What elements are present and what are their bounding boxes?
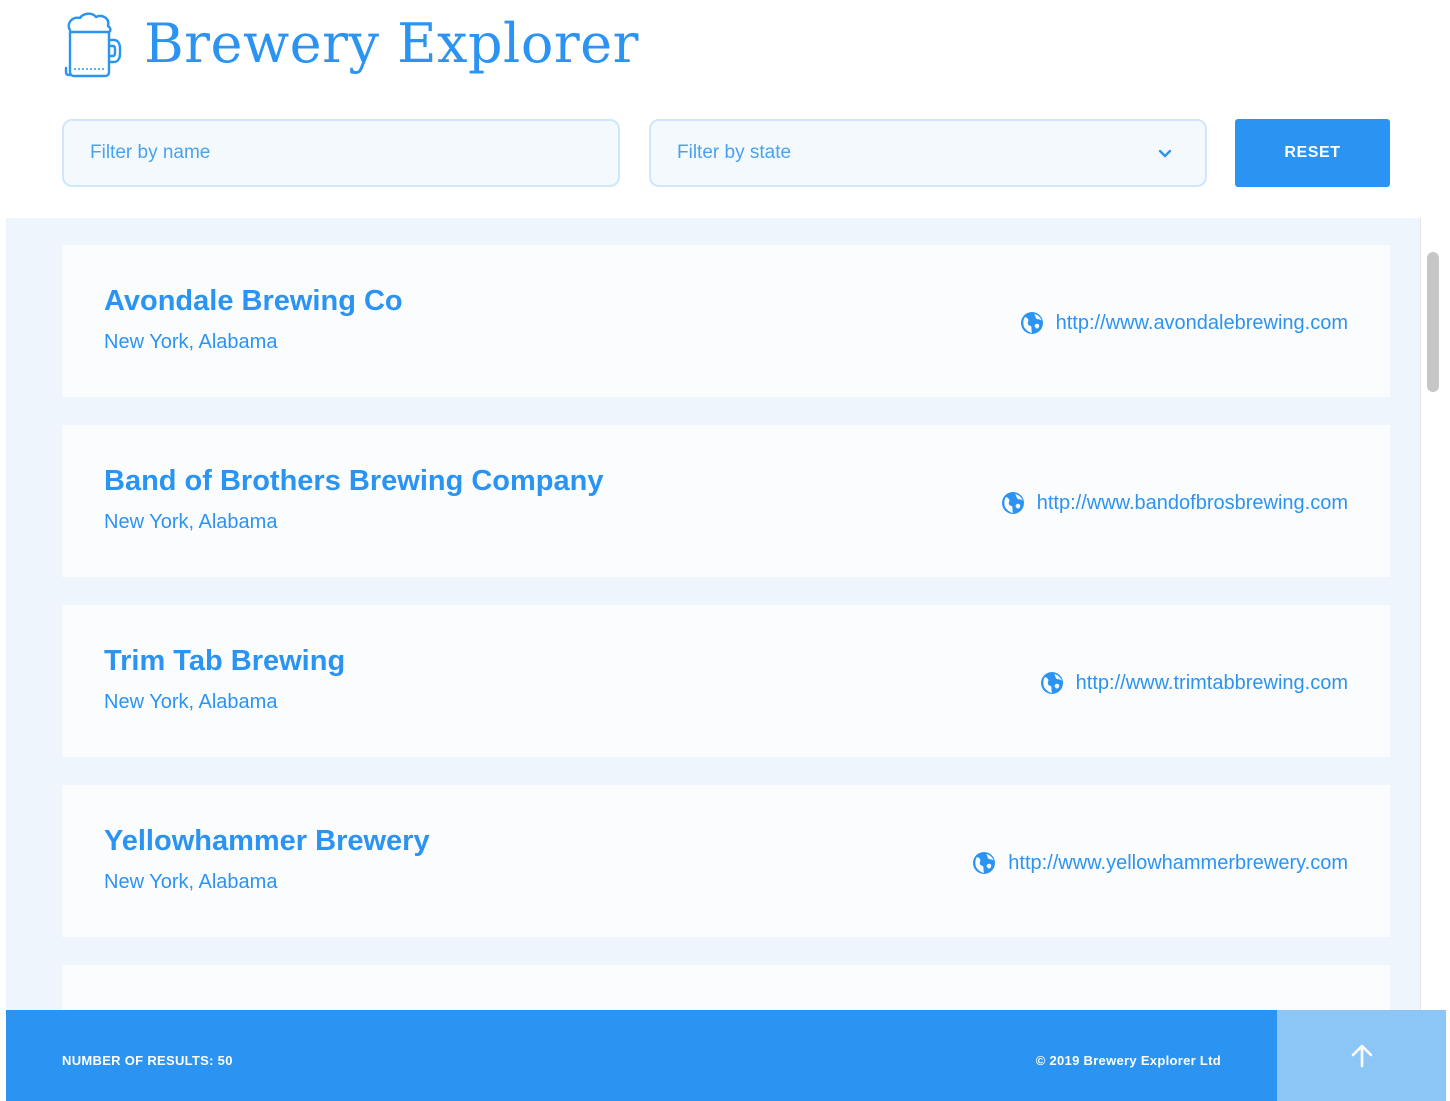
results-count: NUMBER OF RESULTS: 50 (62, 1053, 233, 1068)
app-title: Brewery Explorer (144, 12, 639, 75)
globe-icon (1001, 492, 1024, 514)
copyright-text: © 2019 Brewery Explorer Ltd (1035, 1053, 1221, 1068)
brewery-location: New York, Alabama (104, 871, 278, 893)
brewery-url: http://www.yellowhammerbrewery.com (1008, 851, 1348, 874)
globe-icon (973, 852, 996, 874)
brewery-location: New York, Alabama (104, 331, 278, 353)
brewery-url: http://www.avondalebrewing.com (1055, 311, 1348, 334)
globe-icon (1040, 672, 1063, 694)
brewery-card: Yellowhammer Brewery New York, Alabama h… (62, 785, 1390, 937)
scroll-to-top-button[interactable] (1277, 1010, 1446, 1101)
brewery-name: Band of Brothers Brewing Company (104, 465, 604, 497)
brewery-name: Trim Tab Brewing (104, 645, 346, 677)
brewery-card: Avondale Brewing Co New York, Alabama ht… (62, 245, 1390, 397)
brewery-card: Band of Brothers Brewing Company New Yor… (62, 425, 1390, 577)
brewery-location: New York, Alabama (104, 691, 278, 713)
brewery-website-link[interactable]: http://www.yellowhammerbrewery.com (972, 851, 1348, 875)
brand: Brewery Explorer (60, 10, 639, 78)
scrollbar[interactable] (1420, 218, 1446, 1010)
chevron-down-icon (1158, 149, 1172, 158)
beer-mug-icon (64, 12, 122, 78)
brewery-location: New York, Alabama (104, 511, 278, 533)
footer: NUMBER OF RESULTS: 50 © 2019 Brewery Exp… (6, 1010, 1277, 1101)
state-filter-placeholder: Filter by state (677, 142, 792, 163)
brewery-url: http://www.trimtabbrewing.com (1075, 671, 1348, 694)
reset-button[interactable]: RESET (1235, 119, 1390, 187)
brewery-card: Trim Tab Brewing New York, Alabama http:… (62, 605, 1390, 757)
brewery-name: Yellowhammer Brewery (104, 825, 430, 857)
globe-icon (1020, 312, 1043, 334)
arrow-up-icon (1351, 1044, 1372, 1067)
brewery-website-link[interactable]: http://www.trimtabbrewing.com (1040, 671, 1348, 695)
name-filter-input[interactable] (62, 119, 620, 187)
brewery-url: http://www.bandofbrosbrewing.com (1036, 491, 1348, 514)
brewery-website-link[interactable]: http://www.bandofbrosbrewing.com (1001, 491, 1348, 515)
header: Brewery Explorer Filter by state RESET (0, 0, 1450, 218)
scrollbar-thumb[interactable] (1427, 252, 1439, 392)
filter-bar: Filter by state RESET (62, 119, 1390, 187)
brewery-list: Avondale Brewing Co New York, Alabama ht… (6, 218, 1420, 1010)
brewery-card-partial (62, 965, 1390, 1010)
brewery-website-link[interactable]: http://www.avondalebrewing.com (1020, 311, 1348, 335)
brewery-name: Avondale Brewing Co (104, 285, 403, 317)
brewery-explorer-page: Brewery Explorer Filter by state RESET A… (0, 0, 1450, 1101)
state-filter-select[interactable]: Filter by state (649, 119, 1207, 187)
